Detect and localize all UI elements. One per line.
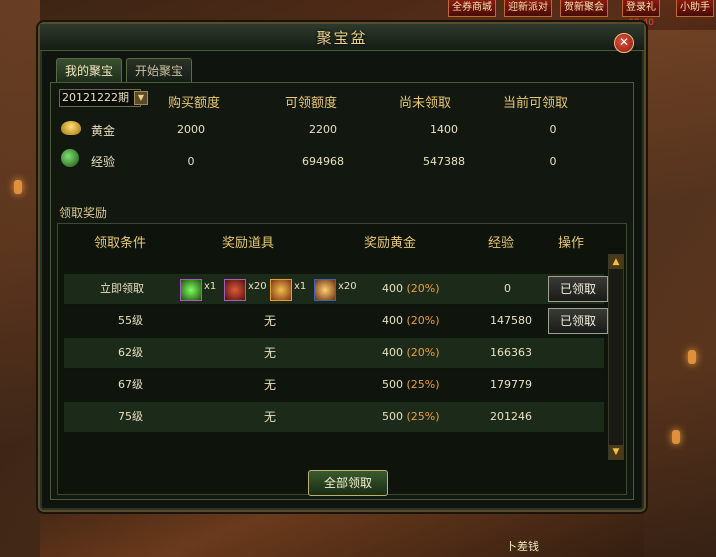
bottom-npc-label: 卜差钱 xyxy=(506,540,539,553)
top-menu-helper[interactable]: 小助手 xyxy=(676,0,714,17)
table-row: 立即领取 x1 x20 x1 x20 400 (20%) 0 已领取 xyxy=(64,274,608,304)
scrollbar[interactable]: ▲ ▼ xyxy=(608,254,624,460)
summary-row-label: 黄金 xyxy=(91,124,116,138)
summary-cell: 2000 xyxy=(177,123,205,136)
reward-header-exp: 经验 xyxy=(488,236,515,251)
gold-cell: 400 (20%) xyxy=(382,274,440,304)
top-menu-welcome-party[interactable]: 迎新派对 xyxy=(504,0,552,17)
gold-percent: (20%) xyxy=(406,314,440,327)
main-panel: 20121222期 ▼ 购买额度 可领额度 尚未领取 当前可领取 黄金 2000… xyxy=(50,82,634,500)
item-qty: x1 xyxy=(294,281,307,292)
exp-cell: 179779 xyxy=(490,378,532,391)
summary-cell: 0 xyxy=(187,155,195,168)
golden-orb-item-icon[interactable] xyxy=(314,279,336,301)
chevron-down-icon[interactable]: ▼ xyxy=(134,91,148,105)
window-titlebar[interactable]: 聚宝盆 xyxy=(40,24,644,51)
reward-table: 领取条件 奖励道具 奖励黄金 经验 操作 立即领取 x1 x20 x1 x20 … xyxy=(57,223,627,495)
tab-my-treasure[interactable]: 我的聚宝 xyxy=(56,58,123,83)
gold-percent: (20%) xyxy=(406,282,440,295)
close-icon: ✕ xyxy=(618,35,630,49)
tab-start-treasure[interactable]: 开始聚宝 xyxy=(126,58,193,83)
gold-cell: 500 (25%) xyxy=(382,370,440,400)
condition-cell: 立即领取 xyxy=(100,282,144,295)
summary-cell: 694968 xyxy=(302,155,344,168)
claim-button[interactable]: 已领取 xyxy=(548,276,608,302)
header-claimable-limit: 可领额度 xyxy=(285,96,338,111)
period-select[interactable]: 20121222期 ▼ xyxy=(59,89,148,107)
header-current-claimable: 当前可领取 xyxy=(503,96,569,111)
green-orb-item-icon[interactable] xyxy=(180,279,202,301)
gold-value: 500 xyxy=(382,378,403,391)
condition-cell: 55级 xyxy=(118,314,143,327)
reward-header-items: 奖励道具 xyxy=(222,236,275,251)
condition-cell: 67级 xyxy=(118,378,143,391)
summary-cell: 2200 xyxy=(309,123,337,136)
scroll-down-icon[interactable]: ▼ xyxy=(609,445,623,459)
experience-icon xyxy=(61,149,79,167)
table-row: 67级 无 500 (25%) 179779 xyxy=(64,370,604,400)
summary-cell: 0 xyxy=(549,155,557,168)
exp-cell: 147580 xyxy=(490,314,532,327)
gold-ingot-icon xyxy=(61,121,81,135)
items-cell: 无 xyxy=(264,346,277,360)
reward-header-condition: 领取条件 xyxy=(94,236,147,251)
exp-cell: 166363 xyxy=(490,346,532,359)
period-value: 20121222期 xyxy=(62,91,129,104)
gold-percent: (20%) xyxy=(406,346,440,359)
gold-cell: 400 (20%) xyxy=(382,306,440,336)
lantern-icon xyxy=(672,430,680,444)
item-qty: x1 xyxy=(204,281,217,292)
table-row: 75级 无 500 (25%) 201246 xyxy=(64,402,604,432)
gold-value: 400 xyxy=(382,282,403,295)
gold-cell: 500 (25%) xyxy=(382,402,440,432)
gold-cell: 400 (20%) xyxy=(382,338,440,368)
gold-value: 500 xyxy=(382,410,403,423)
section-title: 领取奖励 xyxy=(59,206,108,220)
top-menu-login-gift[interactable]: 登录礼 xyxy=(622,0,660,17)
header-purchase-limit: 购买额度 xyxy=(168,96,221,111)
background-roof xyxy=(0,0,40,557)
reward-header-action: 操作 xyxy=(558,236,585,251)
lantern-icon xyxy=(688,350,696,364)
red-box-item-icon[interactable] xyxy=(224,279,246,301)
lantern-icon xyxy=(14,180,22,194)
header-unclaimed: 尚未领取 xyxy=(399,96,452,111)
top-menu-coupon-mall[interactable]: 全券商城 xyxy=(448,0,496,17)
items-cell: 无 xyxy=(264,378,277,392)
items-cell: 无 xyxy=(264,314,277,328)
item-qty: x20 xyxy=(248,281,267,292)
exp-cell: 0 xyxy=(504,282,511,295)
claim-button[interactable]: 已领取 xyxy=(548,308,608,334)
item-qty: x20 xyxy=(338,281,357,292)
items-cell: 无 xyxy=(264,410,277,424)
background-roof xyxy=(644,30,716,557)
gold-percent: (25%) xyxy=(406,378,440,391)
summary-cell: 547388 xyxy=(423,155,465,168)
top-menu-new-year-party[interactable]: 贺新聚会 xyxy=(560,0,608,17)
exp-cell: 201246 xyxy=(490,410,532,423)
close-button[interactable]: ✕ xyxy=(614,33,634,53)
condition-cell: 62级 xyxy=(118,346,143,359)
table-row: 62级 无 400 (20%) 166363 xyxy=(64,338,604,368)
table-row: 55级 无 400 (20%) 147580 已领取 xyxy=(64,306,608,336)
gold-value: 400 xyxy=(382,314,403,327)
scroll-up-icon[interactable]: ▲ xyxy=(609,255,623,269)
claim-all-button[interactable]: 全部领取 xyxy=(308,470,388,496)
reward-header-gold: 奖励黄金 xyxy=(364,236,417,251)
summary-cell: 0 xyxy=(549,123,557,136)
gold-percent: (25%) xyxy=(406,410,440,423)
gold-value: 400 xyxy=(382,346,403,359)
summary-row-label: 经验 xyxy=(91,155,116,169)
condition-cell: 75级 xyxy=(118,410,143,423)
treasure-bowl-window: 聚宝盆 ✕ 我的聚宝 开始聚宝 20121222期 ▼ 购买额度 可领额度 尚未… xyxy=(38,22,646,512)
gift-chest-item-icon[interactable] xyxy=(270,279,292,301)
summary-cell: 1400 xyxy=(430,123,458,136)
window-title: 聚宝盆 xyxy=(316,29,368,47)
